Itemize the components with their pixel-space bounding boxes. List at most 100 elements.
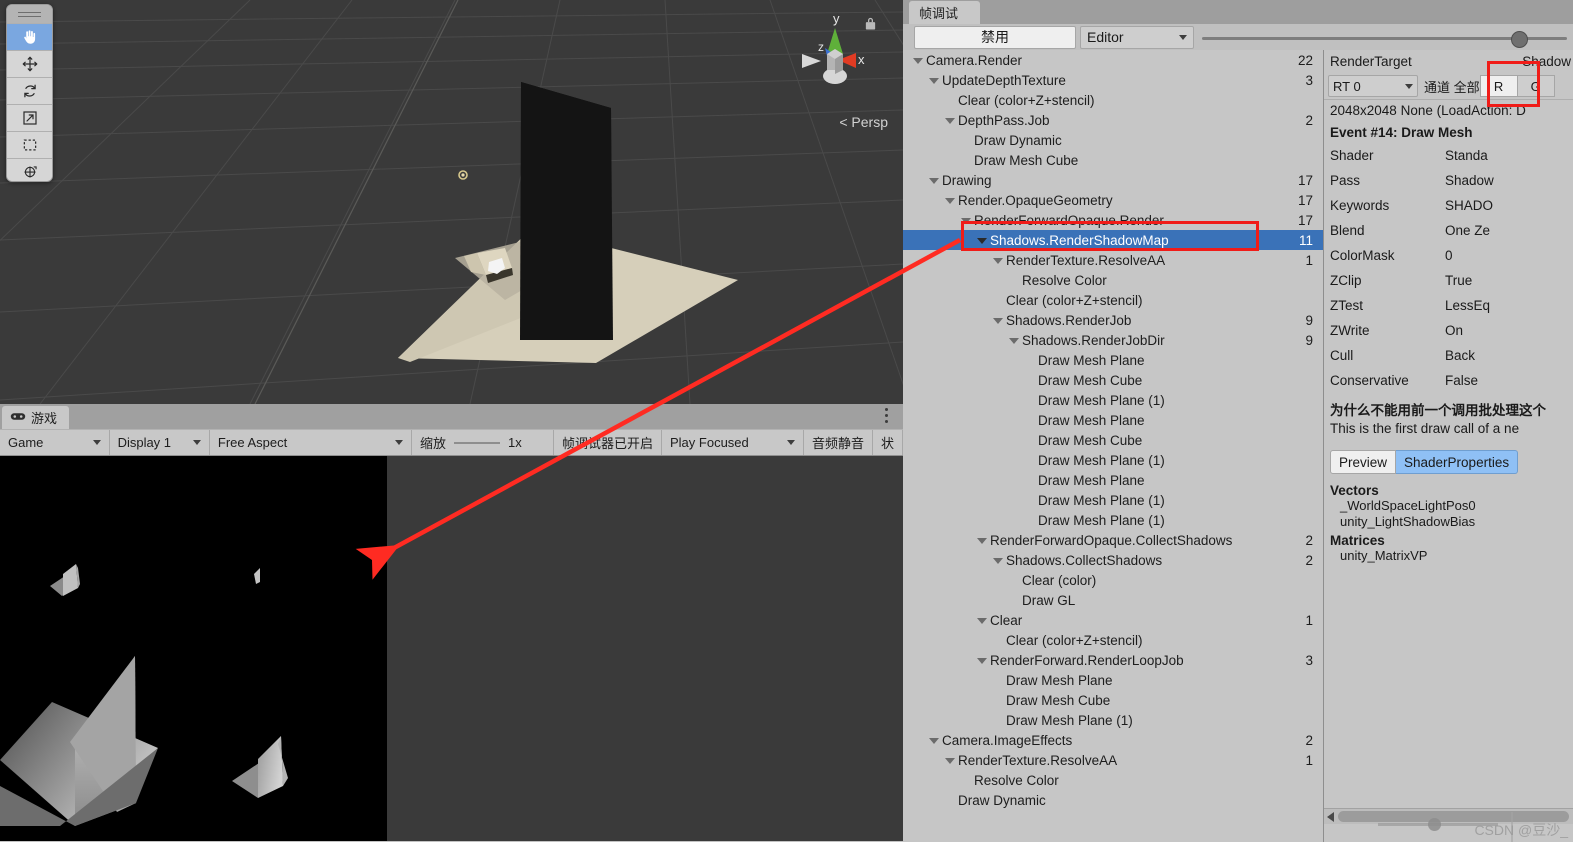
tab-shaderproperties[interactable]: ShaderProperties: [1396, 450, 1519, 474]
frame-event-node[interactable]: Render.OpaqueGeometry 17: [903, 190, 1323, 210]
scene-view[interactable]: y z x < Persp: [0, 0, 903, 404]
frame-event-node[interactable]: Draw Mesh Plane (1): [903, 450, 1323, 470]
frame-event-node[interactable]: Draw Mesh Plane (1): [903, 490, 1323, 510]
frame-event-node[interactable]: RenderForward.RenderLoopJob 3: [903, 650, 1323, 670]
disclosure-triangle-icon[interactable]: [977, 535, 988, 546]
frame-event-node[interactable]: Resolve Color: [903, 770, 1323, 790]
disclosure-triangle-icon[interactable]: [993, 255, 1004, 266]
frame-event-node[interactable]: Draw Mesh Plane (1): [903, 710, 1323, 730]
scene-orientation-gizmo[interactable]: y z x: [785, 6, 885, 116]
rt-index-dropdown[interactable]: RT 0: [1328, 75, 1418, 97]
frame-event-node[interactable]: Draw Mesh Plane (1): [903, 510, 1323, 530]
frame-event-node[interactable]: Shadows.RenderShadowMap 11: [903, 230, 1323, 250]
frame-event-node[interactable]: RenderForwardOpaque.CollectShadows 2: [903, 530, 1323, 550]
event-property-value: Standa: [1445, 148, 1488, 163]
rect-tool-button[interactable]: [7, 131, 52, 158]
disclosure-triangle-icon[interactable]: [977, 235, 988, 246]
tab-game[interactable]: 游戏: [2, 406, 70, 429]
scroll-left-arrow-icon[interactable]: [1324, 811, 1338, 822]
event-scrubber-slider[interactable]: [1198, 27, 1571, 48]
frame-event-node[interactable]: Clear (color): [903, 570, 1323, 590]
disclosure-triangle-icon[interactable]: [929, 735, 940, 746]
disclosure-triangle-icon[interactable]: [993, 315, 1004, 326]
frame-event-node[interactable]: Draw Mesh Plane (1): [903, 390, 1323, 410]
disable-button[interactable]: 禁用: [914, 25, 1076, 49]
kebab-menu-icon[interactable]: [885, 408, 889, 424]
frame-event-node[interactable]: Drawing 17: [903, 170, 1323, 190]
chevron-down-icon: [395, 440, 404, 445]
frame-event-node[interactable]: Draw Mesh Cube: [903, 430, 1323, 450]
tab-preview[interactable]: Preview: [1330, 450, 1397, 474]
disclosure-triangle-icon[interactable]: [945, 195, 956, 206]
frame-event-node[interactable]: Clear 1: [903, 610, 1323, 630]
frame-event-node[interactable]: DepthPass.Job 2: [903, 110, 1323, 130]
frame-event-node[interactable]: Draw Mesh Cube: [903, 150, 1323, 170]
play-mode-dropdown[interactable]: Play Focused: [662, 430, 804, 455]
hand-tool-button[interactable]: [7, 23, 52, 50]
frame-event-node[interactable]: Shadows.CollectShadows 2: [903, 550, 1323, 570]
frame-event-node[interactable]: Draw Dynamic: [903, 130, 1323, 150]
disclosure-triangle-icon[interactable]: [929, 75, 940, 86]
frame-event-node[interactable]: Draw Mesh Cube: [903, 690, 1323, 710]
frame-event-node[interactable]: RenderForwardOpaque.Render 17: [903, 210, 1323, 230]
disclosure-triangle-icon[interactable]: [977, 615, 988, 626]
frame-event-label: Shadows.RenderJobDir: [1022, 332, 1165, 348]
frame-event-node[interactable]: Resolve Color: [903, 270, 1323, 290]
target-dropdown[interactable]: Editor: [1080, 25, 1194, 49]
frame-event-node[interactable]: Draw Mesh Plane: [903, 410, 1323, 430]
frame-event-node[interactable]: Draw Mesh Cube: [903, 370, 1323, 390]
stats-toggle[interactable]: 状: [873, 430, 903, 455]
transform-tool-button[interactable]: [7, 158, 52, 181]
tab-frame-debugger[interactable]: 帧调试: [909, 1, 981, 24]
frame-event-node[interactable]: UpdateDepthTexture 3: [903, 70, 1323, 90]
frame-event-label: RenderForward.RenderLoopJob: [990, 652, 1184, 668]
mute-audio-toggle[interactable]: 音频静音: [804, 430, 873, 455]
frame-event-node[interactable]: Draw GL: [903, 590, 1323, 610]
chevron-down-icon: [192, 440, 201, 445]
disclosure-triangle-icon[interactable]: [945, 755, 956, 766]
frame-event-node[interactable]: Shadows.RenderJob 9: [903, 310, 1323, 330]
disclosure-triangle-icon[interactable]: [913, 55, 924, 66]
frame-event-node[interactable]: Draw Mesh Plane: [903, 350, 1323, 370]
frame-event-node[interactable]: Draw Mesh Plane: [903, 470, 1323, 490]
display-dropdown[interactable]: Display 1: [110, 430, 210, 455]
frame-event-tree[interactable]: Camera.Render 22 UpdateDepthTexture 3 Clear …: [903, 50, 1323, 842]
frame-event-node[interactable]: Shadows.RenderJobDir 9: [903, 330, 1323, 350]
frame-event-node[interactable]: Draw Dynamic: [903, 790, 1323, 810]
preview-shaderproperties-tabs[interactable]: Preview ShaderProperties: [1330, 450, 1573, 474]
frame-event-node[interactable]: Clear (color+Z+stencil): [903, 630, 1323, 650]
frame-event-node[interactable]: Camera.Render 22: [903, 50, 1323, 70]
frame-event-node[interactable]: Camera.ImageEffects 2: [903, 730, 1323, 750]
palette-drag-handle[interactable]: [7, 5, 52, 23]
disclosure-triangle-icon[interactable]: [993, 555, 1004, 566]
scene-tool-palette[interactable]: [6, 4, 53, 182]
disclosure-triangle-icon[interactable]: [945, 115, 956, 126]
zoom-slider-control[interactable]: 缩放 1x: [412, 430, 554, 455]
disclosure-triangle-icon[interactable]: [961, 215, 972, 226]
disclosure-triangle-icon[interactable]: [977, 655, 988, 666]
scale-tool-button[interactable]: [7, 104, 52, 131]
aspect-dropdown[interactable]: Free Aspect: [210, 430, 413, 455]
game-render-view[interactable]: [0, 456, 903, 841]
event-property-value: Back: [1445, 348, 1476, 363]
event-property-value: One Ze: [1445, 223, 1491, 238]
frame-event-node[interactable]: RenderTexture.ResolveAA 1: [903, 250, 1323, 270]
disclosure-triangle-icon[interactable]: [1009, 335, 1020, 346]
game-view-mode-dropdown[interactable]: Game: [0, 430, 110, 455]
frame-event-node[interactable]: Clear (color+Z+stencil): [903, 90, 1323, 110]
zoom-slider-track[interactable]: [454, 441, 501, 444]
frame-event-tree-pane[interactable]: Camera.Render 22 UpdateDepthTexture 3 Clear …: [903, 50, 1324, 842]
scene-projection-label[interactable]: < Persp: [839, 114, 888, 130]
frame-event-node[interactable]: RenderTexture.ResolveAA 1: [903, 750, 1323, 770]
disclosure-triangle-icon[interactable]: [929, 175, 940, 186]
scrubber-knob[interactable]: [1511, 30, 1529, 48]
frame-event-node[interactable]: Draw Mesh Plane: [903, 670, 1323, 690]
channel-g-button[interactable]: G: [1517, 75, 1555, 97]
frame-event-node[interactable]: Clear (color+Z+stencil): [903, 290, 1323, 310]
transform-icon: [21, 163, 39, 181]
channel-r-button[interactable]: R: [1479, 75, 1518, 97]
rotate-tool-button[interactable]: [7, 77, 52, 104]
move-tool-button[interactable]: [7, 50, 52, 77]
